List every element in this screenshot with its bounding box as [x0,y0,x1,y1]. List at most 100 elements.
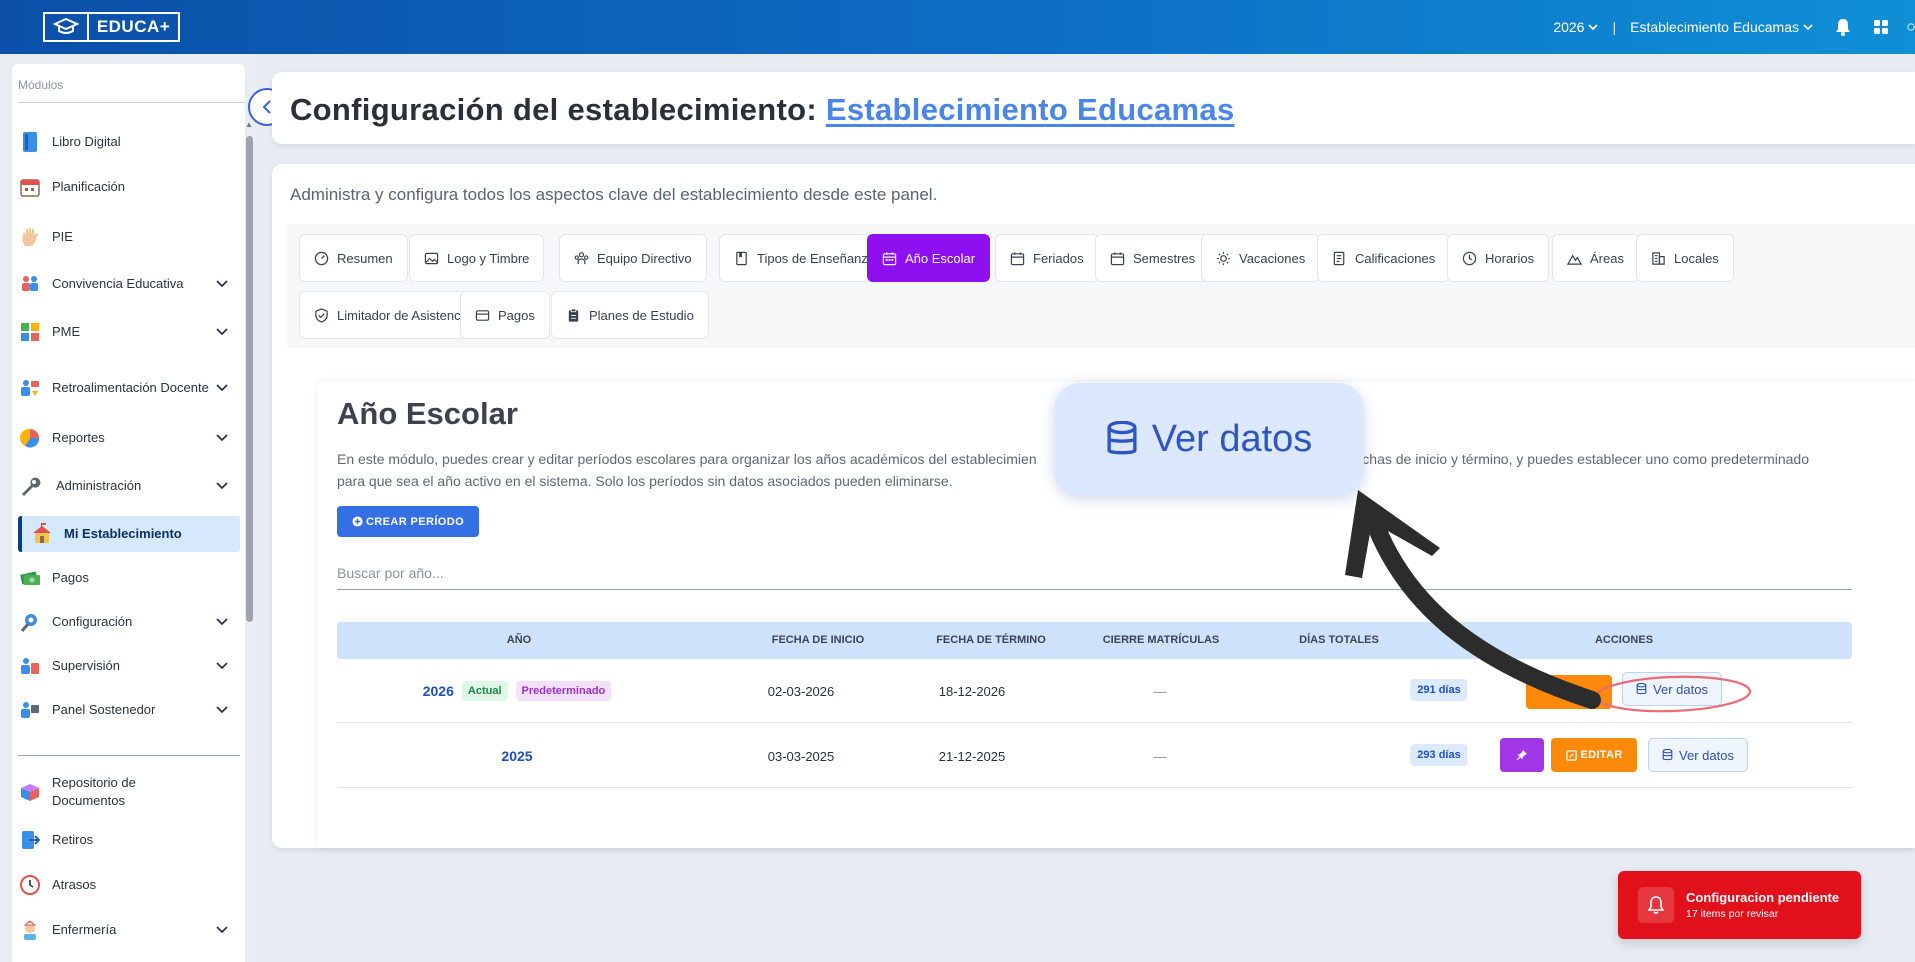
bell-icon[interactable] [1835,18,1851,36]
pin-icon [1516,750,1527,761]
sidebar-item-configuracion[interactable]: Configuración [18,606,240,638]
pending-config-toast[interactable]: Configuracion pendiente 17 items por rev… [1618,871,1861,939]
school-icon [30,522,54,546]
zoom-callout-label: Ver datos [1151,417,1313,460]
sidebar-item-supervision[interactable]: Supervisión [18,650,240,682]
tab-planes-de-estudio[interactable]: Planes de Estudio [551,291,709,339]
people-icon [18,272,42,296]
app-logo[interactable]: EDUCA+ [43,12,180,42]
table-header: AÑO FECHA DE INICIO FECHA DE TÉRMINO CIE… [337,622,1852,659]
feedback-icon [18,376,42,400]
book-icon [18,130,42,154]
chevron-down-icon [1588,24,1599,31]
divider [18,102,245,103]
config-icon [18,610,42,634]
edit-button[interactable]: EDITAR [1551,738,1637,772]
zoom-callout: Ver datos [1054,383,1364,495]
database-icon [1636,683,1647,695]
start-date: 03-03-2025 [767,749,835,764]
sidebar-item-panel-sostenedor[interactable]: Panel Sostenedor [18,694,240,726]
table-row: 2026 Actual Predeterminado 02-03-2026 18… [337,659,1852,723]
tab-tipos-de-ensenanza[interactable]: Tipos de Enseñanza [719,234,891,282]
tab-vacaciones[interactable]: Vacaciones [1201,234,1321,282]
sidebar-item-libro-digital[interactable]: Libro Digital [18,126,240,158]
column-header: ACCIONES [1594,634,1654,646]
database-icon [1107,421,1137,455]
sidebar-item-planificacion[interactable]: Planificación [18,171,240,203]
credit-card-icon [475,309,490,321]
scroll-up-arrow-icon[interactable]: ▲ [245,120,253,129]
team-icon [574,251,589,264]
chevron-down-icon [216,434,230,442]
calendar-icon [1110,251,1125,265]
tab-feriados[interactable]: Feriados [995,234,1099,282]
tab-resumen[interactable]: Resumen [299,234,408,282]
money-icon [18,566,42,590]
logo-text: EDUCA+ [96,17,171,36]
sidebar-item-retiros[interactable]: Retiros [18,824,240,856]
chevron-down-icon [216,662,230,670]
sidebar: Módulos Libro Digital Planificación PIE … [0,54,257,962]
sidebar-scrollbar[interactable] [246,136,253,622]
column-header: CIERRE MATRÍCULAS [1102,634,1220,646]
sidebar-item-atrasos[interactable]: Atrasos [18,869,240,901]
sidebar-item-administracion[interactable]: Administración [18,470,240,502]
tab-logo-y-timbre[interactable]: Logo y Timbre [409,234,545,282]
chevron-down-icon [216,384,230,392]
establishment-link[interactable]: Establecimiento Educamas [826,92,1235,127]
nurse-icon [18,918,42,942]
grades-icon [1333,251,1345,265]
year-cell: 2026 Actual Predeterminado [337,659,697,723]
user-avatar-icon[interactable] [1907,17,1915,37]
tab-horarios[interactable]: Horarios [1447,234,1550,282]
year-search-input[interactable]: Buscar por año... [337,560,1852,590]
chevron-down-icon [216,618,230,626]
sidebar-item-pme[interactable]: PME [18,316,240,348]
image-icon [424,252,439,264]
toast-subtitle: 17 items por revisar [1686,908,1779,920]
establishment-selector[interactable]: Establecimiento Educamas [1630,19,1813,35]
tab-limitador-de-asistencia[interactable]: Limitador de Asistencia [299,291,486,339]
clock-icon [18,873,42,897]
tab-pagos[interactable]: Pagos [460,291,550,339]
start-date: 02-03-2026 [767,684,835,699]
sidebar-item-enfermeria[interactable]: Enfermería [18,914,240,946]
total-days-badge: 293 días [1410,744,1468,766]
chevron-down-icon [216,482,230,490]
edit-button[interactable] [1526,675,1612,709]
end-date: 18-12-2026 [938,684,1006,699]
building-icon [1652,251,1665,265]
tab-locales[interactable]: Locales [1636,234,1734,282]
tab-areas[interactable]: Áreas [1552,234,1639,282]
sidebar-section-title: Módulos [18,78,64,92]
blocks-icon [18,320,42,344]
year-value: 2026 [422,683,454,699]
chevron-left-icon [262,100,271,114]
tab-ano-escolar[interactable]: Año Escolar [867,234,991,282]
sidebar-item-pagos[interactable]: Pagos [18,562,240,594]
sidebar-item-convivencia-educativa[interactable]: Convivencia Educativa [18,268,240,300]
view-data-button[interactable]: Ver datos [1648,738,1748,772]
set-default-button[interactable] [1500,738,1544,772]
bell-icon [1638,887,1674,923]
tab-equipo-directivo[interactable]: Equipo Directivo [559,234,707,282]
shield-check-icon [315,307,328,323]
chevron-down-icon [1803,24,1813,31]
tab-calificaciones[interactable]: Calificaciones [1317,234,1451,282]
create-period-button[interactable]: CREAR PERÍODO [337,506,479,537]
sidebar-item-pie[interactable]: PIE [18,221,240,253]
calendar-icon [18,175,42,199]
apps-grid-icon[interactable] [1873,19,1889,35]
hand-icon [18,225,42,249]
status-badge-actual: Actual [461,681,508,701]
sidebar-item-reportes[interactable]: Reportes [18,422,240,454]
sidebar-item-retroalimentacion-docente[interactable]: Retroalimentación Docente [18,368,240,408]
calendar-icon [1010,251,1025,265]
table-row: 2025 03-03-2025 21-12-2025 — 293 días ED… [337,724,1852,788]
sidebar-item-repositorio-documentos[interactable]: Repositorio de Documentos [18,772,240,812]
sidebar-item-mi-establecimiento[interactable]: Mi Establecimiento [18,516,240,552]
chevron-down-icon [216,706,230,714]
tab-semestres[interactable]: Semestres [1095,234,1211,282]
year-selector[interactable]: 2026 [1553,19,1599,35]
view-data-button[interactable]: Ver datos [1622,672,1722,706]
